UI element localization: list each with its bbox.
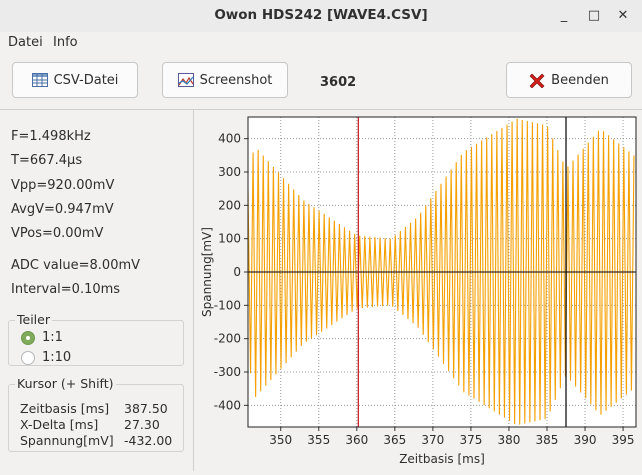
x-tick-label: 390 (574, 433, 597, 447)
cursor-row-spannung-name: Spannung[mV] (20, 433, 114, 448)
cursor-group-label: Kursor (+ Shift) (15, 376, 116, 391)
measurement-panel: F=1.498kHz T=667.4µs Vpp=920.00mV AvgV=0… (0, 110, 193, 471)
close-button[interactable]: ✕ (613, 6, 633, 26)
quit-button[interactable]: Beenden (506, 62, 632, 98)
screenshot-label: Screenshot (199, 72, 273, 88)
x-tick-label: 370 (421, 433, 444, 447)
radio-teiler-1-10[interactable] (21, 351, 35, 365)
y-tick-label: -200 (214, 332, 241, 346)
x-tick-label: 375 (459, 433, 482, 447)
x-tick-label: 380 (497, 433, 520, 447)
frequency-value: F=1.498kHz (11, 129, 91, 144)
teiler-group-label: Teiler (15, 312, 52, 327)
y-tick-label: 0 (233, 265, 241, 279)
vpp-value: Vpp=920.00mV (11, 178, 115, 193)
cursor-row-xdelta-name: X-Delta [ms] (20, 417, 99, 432)
radio-teiler-1-10-label: 1:10 (42, 350, 72, 365)
x-tick-label: 360 (345, 433, 368, 447)
y-tick-label: 200 (218, 198, 241, 212)
red-x-icon (529, 73, 545, 88)
spreadsheet-icon (31, 73, 48, 87)
record-counter: 3602 (320, 75, 357, 90)
radio-teiler-1-1[interactable] (21, 331, 35, 345)
x-axis-label: Zeitbasis [ms] (399, 452, 485, 466)
cursor-row-zeitbasis-value: 387.50 (124, 401, 168, 416)
csv-file-button[interactable]: CSV-Datei (12, 62, 138, 98)
cursor-row-spannung-value: -432.00 (124, 433, 173, 448)
y-tick-label: 100 (218, 232, 241, 246)
x-tick-label: 385 (536, 433, 559, 447)
x-tick-label: 355 (307, 433, 330, 447)
y-tick-label: -400 (214, 398, 241, 412)
y-tick-label: 400 (218, 132, 241, 146)
radio-teiler-1-1-label: 1:1 (42, 330, 63, 345)
x-tick-label: 365 (383, 433, 406, 447)
quit-label: Beenden (551, 72, 609, 88)
period-value: T=667.4µs (11, 153, 83, 168)
minimize-button[interactable]: _ (554, 6, 574, 26)
maximize-button[interactable]: □ (584, 6, 604, 26)
waveform-chart[interactable]: 350 355 360 365 370 375 380 385 390 395 400 300 200 1… (194, 110, 642, 471)
cursor-row-zeitbasis-name: Zeitbasis [ms] (20, 401, 110, 416)
y-axis-label: Spannung[mV] (200, 227, 214, 317)
y-tick-label: -300 (214, 365, 241, 379)
menu-datei[interactable]: Datei (8, 35, 43, 50)
toolbar: CSV-Datei Screenshot 3602 Beenden (0, 54, 642, 110)
screenshot-button[interactable]: Screenshot (162, 62, 288, 98)
menu-bar: Datei Info (0, 32, 642, 54)
adc-value: ADC value=8.00mV (11, 258, 141, 273)
menu-info[interactable]: Info (53, 35, 78, 50)
oscilloscope-plot[interactable]: 350 355 360 365 370 375 380 385 390 395 400 300 200 1… (194, 110, 642, 471)
interval-value: Interval=0.10ms (11, 282, 121, 297)
y-tick-label: -100 (214, 298, 241, 312)
image-icon (177, 73, 194, 87)
csv-file-label: CSV-Datei (53, 72, 119, 88)
title-bar: Owon HDS242 [WAVE4.CSV] _ □ ✕ (0, 0, 642, 32)
x-tick-label: 350 (269, 433, 292, 447)
y-tick-label: 300 (218, 165, 241, 179)
x-tick-label: 395 (612, 433, 635, 447)
cursor-row-xdelta-value: 27.30 (124, 417, 160, 432)
window-title: Owon HDS242 [WAVE4.CSV] (214, 7, 428, 23)
avg-voltage-value: AvgV=0.947mV (11, 202, 114, 217)
vpos-value: VPos=0.00mV (11, 226, 104, 241)
